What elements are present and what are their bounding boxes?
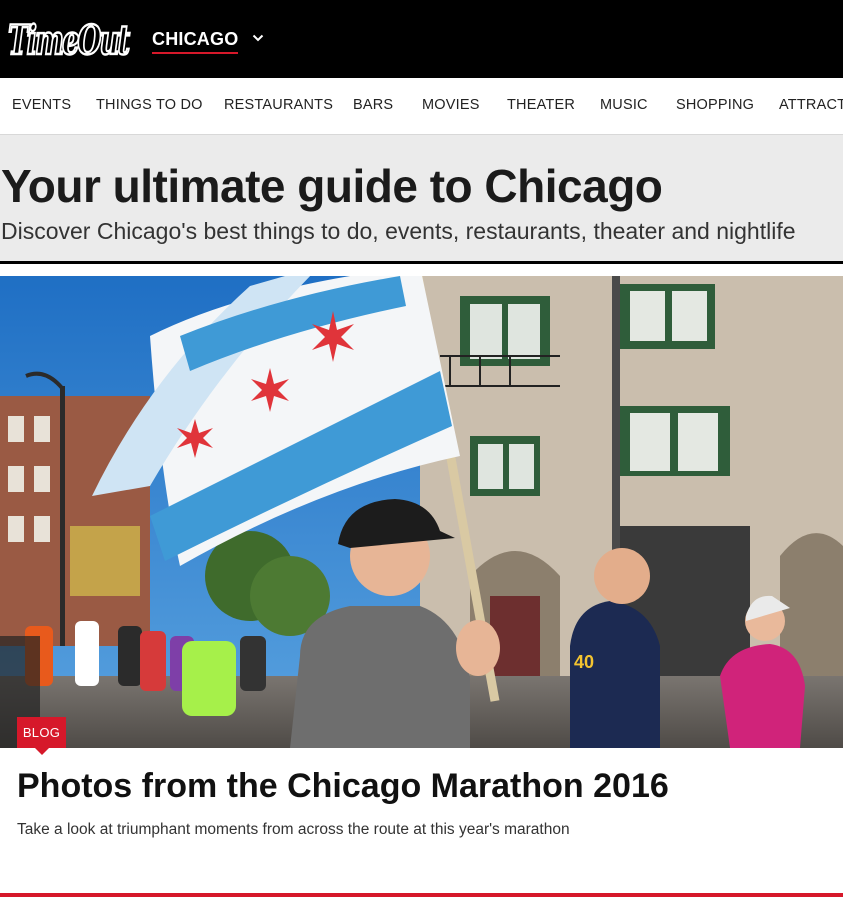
nav-item-shopping[interactable]: SHOPPING [676, 97, 754, 113]
nav-item-movies[interactable]: MOVIES [422, 97, 480, 113]
divider [0, 261, 843, 264]
chevron-down-icon [252, 26, 264, 47]
section-divider [0, 893, 843, 897]
article-title[interactable]: Photos from the Chicago Marathon 2016 [17, 767, 669, 806]
nav-item-bars[interactable]: BARS [353, 97, 393, 113]
top-bar: TimeOut CHICAGO [0, 0, 843, 78]
badge-pointer [35, 748, 49, 755]
nav-item-music[interactable]: MUSIC [600, 97, 648, 113]
main-nav: EVENTS THINGS TO DO RESTAURANTS BARS MOV… [0, 78, 843, 135]
city-selector[interactable]: CHICAGO [152, 26, 264, 54]
category-badge[interactable]: BLOG [17, 717, 66, 748]
svg-text:40: 40 [574, 652, 594, 672]
page-title: Your ultimate guide to Chicago [1, 160, 663, 212]
nav-item-restaurants[interactable]: RESTAURANTS [224, 97, 333, 113]
city-label: CHICAGO [152, 29, 239, 54]
article-description: Take a look at triumphant moments from a… [17, 821, 570, 838]
nav-item-events[interactable]: EVENTS [12, 97, 71, 113]
nav-item-theater[interactable]: THEATER [507, 97, 575, 113]
nav-item-attractions[interactable]: ATTRACTI [779, 97, 843, 113]
hero-heading: Your ultimate guide to Chicago Discover … [0, 135, 843, 261]
nav-item-things-to-do[interactable]: THINGS TO DO [96, 97, 203, 113]
svg-text:TimeOut: TimeOut [8, 17, 130, 64]
page-subtitle: Discover Chicago's best things to do, ev… [1, 218, 796, 244]
timeout-logo[interactable]: TimeOut [6, 10, 132, 68]
feature-image[interactable]: 40 [0, 276, 843, 748]
